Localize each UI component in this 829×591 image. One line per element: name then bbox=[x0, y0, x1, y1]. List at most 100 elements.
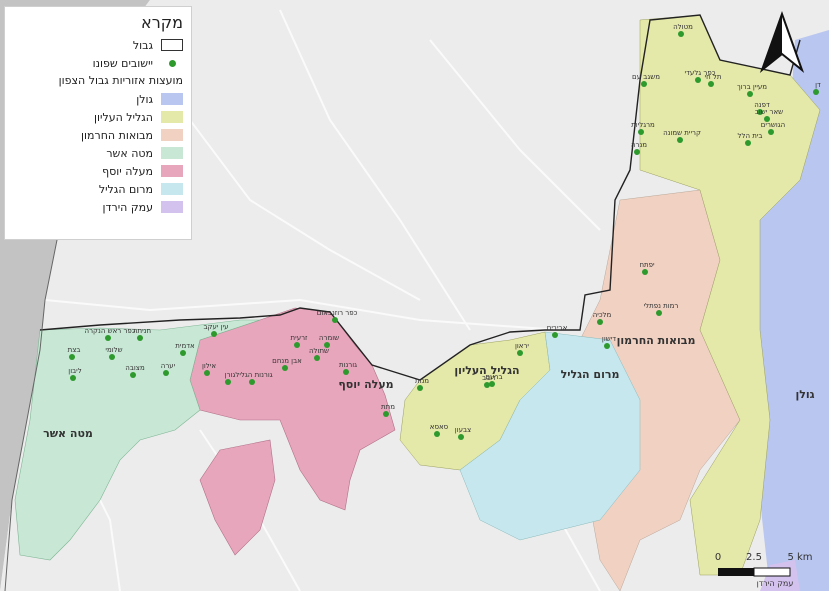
legend-council-label: מבואות החרמון bbox=[81, 128, 153, 142]
legend-council-label: עמק הירדן bbox=[102, 200, 153, 214]
settlement-dot bbox=[458, 434, 464, 440]
council-swatch bbox=[161, 201, 183, 213]
settlement-label: מרגליות bbox=[631, 121, 655, 129]
council-swatch bbox=[161, 147, 183, 159]
settlement-label: גורנות הגליל bbox=[235, 371, 272, 379]
legend-council-item: עמק הירדן bbox=[13, 198, 183, 216]
settlement-label: יראון bbox=[515, 342, 529, 350]
legend-border: גבול bbox=[13, 36, 183, 54]
settlement-dot bbox=[678, 31, 684, 37]
scale-mid: 2.5 bbox=[746, 552, 762, 563]
council-swatch bbox=[161, 129, 183, 141]
settlement-label: חניתה bbox=[133, 327, 151, 335]
settlement-label: בית הלל bbox=[738, 132, 763, 140]
settlement-dot bbox=[417, 385, 423, 391]
legend-council-item: מרום הגליל bbox=[13, 180, 183, 198]
settlement-dot bbox=[656, 310, 662, 316]
settlement-dot bbox=[434, 431, 440, 437]
settlement-dot bbox=[69, 354, 75, 360]
settlement-dot bbox=[70, 375, 76, 381]
settlement-label: סאסא bbox=[430, 423, 449, 431]
settlement-dot bbox=[768, 129, 774, 135]
settlement-dot bbox=[708, 81, 714, 87]
legend-council-item: הגליל העליון bbox=[13, 108, 183, 126]
settlement-label: דישון bbox=[602, 335, 616, 343]
settlement-label: כפר רוזנבאום bbox=[317, 309, 358, 317]
legend-council-label: הגליל העליון bbox=[94, 110, 153, 124]
council-swatch bbox=[161, 111, 183, 123]
settlement-label: צבעון bbox=[455, 426, 471, 434]
settlement-dot bbox=[745, 140, 751, 146]
settlement-label: ליבון bbox=[68, 367, 81, 375]
settlement-dot bbox=[163, 370, 169, 376]
settlement-label: עין יעקב bbox=[203, 323, 228, 331]
legend-council-label: מטה אשר bbox=[106, 146, 153, 160]
council-swatch bbox=[161, 165, 183, 177]
settlement-dot bbox=[597, 319, 603, 325]
label-golan: גולן bbox=[795, 388, 814, 401]
settlement-label: כפר ראש הנקרה bbox=[85, 327, 136, 335]
settlement-dot bbox=[484, 382, 490, 388]
legend-council-label: מרום הגליל bbox=[98, 182, 153, 196]
settlement-dot bbox=[813, 89, 819, 95]
settlement-label: שלומי bbox=[105, 346, 122, 354]
settlement-dot bbox=[552, 332, 558, 338]
settlement-label: מנרה bbox=[631, 141, 647, 149]
council-swatch bbox=[161, 93, 183, 105]
settlement-label: אדמית bbox=[175, 342, 195, 350]
legend-council-label: גולן bbox=[136, 92, 153, 106]
label-mevoot-hermon: מבואות החרמון bbox=[617, 334, 696, 347]
settlement-dot bbox=[383, 411, 389, 417]
scale-end: 5 km bbox=[787, 552, 812, 563]
settlement-label: אילון bbox=[202, 362, 216, 370]
settlement-dot bbox=[677, 137, 683, 143]
scale-zero: 0 bbox=[715, 552, 721, 563]
settlement-label: יפתח bbox=[639, 261, 655, 269]
map-legend: מקרא גבול יישובים שפונו מועצות אזוריות ג… bbox=[4, 6, 192, 240]
settlement-dot bbox=[204, 370, 210, 376]
settlement-label: אבן מנחם bbox=[272, 357, 302, 365]
settlement-dot bbox=[695, 77, 701, 83]
settlement-label: מטולה bbox=[673, 23, 693, 31]
settlement-dot-icon bbox=[161, 57, 183, 69]
settlement-dot bbox=[282, 365, 288, 371]
label-galil-elyon: הגליל העליון bbox=[454, 364, 519, 377]
settlement-label: שתולה bbox=[309, 347, 329, 355]
settlement-dot bbox=[517, 350, 523, 356]
settlement-label: דן bbox=[815, 81, 821, 89]
legend-council-item: מעלה יוסף bbox=[13, 162, 183, 180]
settlement-dot bbox=[211, 331, 217, 337]
settlement-label: גורן bbox=[225, 371, 236, 379]
legend-councils-title: מועצות אזוריות גבול הצפון bbox=[58, 74, 183, 87]
settlement-label: בצת bbox=[68, 346, 81, 354]
legend-border-label: גבול bbox=[132, 38, 153, 52]
label-mate-asher: מטה אשר bbox=[43, 427, 93, 440]
legend-settlements: יישובים שפונו bbox=[13, 54, 183, 72]
legend-council-item: מטה אשר bbox=[13, 144, 183, 162]
label-maale-yosef: מעלה יוסף bbox=[338, 378, 393, 391]
label-merom-galil: מרום הגליל bbox=[561, 368, 620, 381]
settlement-dot bbox=[137, 335, 143, 341]
settlement-label: רמות נפתלי bbox=[644, 302, 679, 310]
settlement-dot bbox=[332, 317, 338, 323]
legend-settlements-label: יישובים שפונו bbox=[92, 56, 153, 70]
settlement-dot bbox=[634, 149, 640, 155]
settlement-label: מצובה bbox=[125, 364, 145, 372]
settlement-label: שומרה bbox=[319, 334, 339, 342]
settlement-dot bbox=[109, 354, 115, 360]
settlement-dot bbox=[641, 81, 647, 87]
settlement-label: שאר ישוב bbox=[755, 108, 783, 116]
settlement-label: משגב עם bbox=[632, 73, 660, 81]
settlement-dot bbox=[180, 350, 186, 356]
settlement-label: קריית שמונה bbox=[663, 129, 701, 137]
legend-council-item: מבואות החרמון bbox=[13, 126, 183, 144]
settlement-label: מעיין ברוך bbox=[737, 83, 767, 91]
settlement-label: מתת bbox=[381, 403, 395, 411]
settlement-dot bbox=[249, 379, 255, 385]
settlement-dot bbox=[294, 342, 300, 348]
settlement-dot bbox=[105, 335, 111, 341]
settlement-dot bbox=[225, 379, 231, 385]
settlement-dot bbox=[343, 369, 349, 375]
settlement-label: תל חי bbox=[705, 73, 722, 81]
settlement-label: מלכיה bbox=[593, 311, 612, 319]
